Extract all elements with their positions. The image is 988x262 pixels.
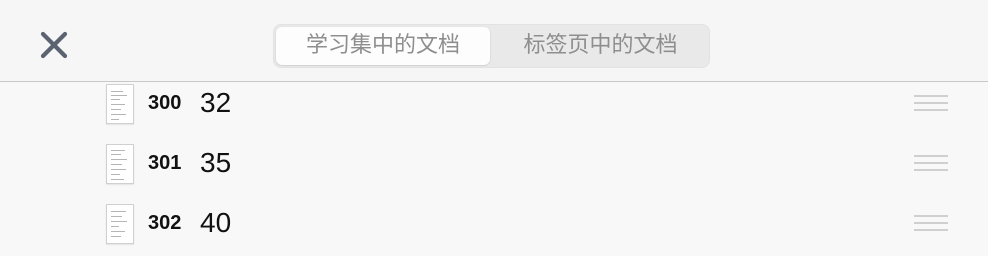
drag-handle-icon[interactable]	[914, 215, 948, 233]
close-icon	[38, 29, 70, 61]
drag-handle-icon[interactable]	[914, 155, 948, 173]
segment-study-set-documents[interactable]: 学习集中的文档	[276, 27, 490, 65]
document-number: 302	[148, 212, 182, 234]
document-thumbnail-icon	[106, 204, 134, 244]
segment-tab-documents[interactable]: 标签页中的文档	[494, 27, 707, 65]
document-thumbnail-icon	[106, 144, 134, 184]
document-number: 301	[148, 152, 182, 174]
header-bar: 学习集中的文档 标签页中的文档	[0, 0, 988, 82]
list-item[interactable]: 302 40	[0, 202, 988, 262]
list-item[interactable]: 300 32	[0, 82, 988, 142]
document-value: 40	[200, 207, 232, 238]
document-thumbnail-icon	[106, 84, 134, 124]
document-source-segmented-control: 学习集中的文档 标签页中的文档	[273, 24, 710, 68]
document-list: 300 32 301 35 302 40	[0, 82, 988, 256]
close-button[interactable]	[38, 29, 70, 61]
document-value: 35	[200, 147, 232, 178]
drag-handle-icon[interactable]	[914, 95, 948, 113]
list-item[interactable]: 301 35	[0, 142, 988, 202]
document-value: 32	[200, 87, 232, 118]
document-number: 300	[148, 92, 182, 114]
